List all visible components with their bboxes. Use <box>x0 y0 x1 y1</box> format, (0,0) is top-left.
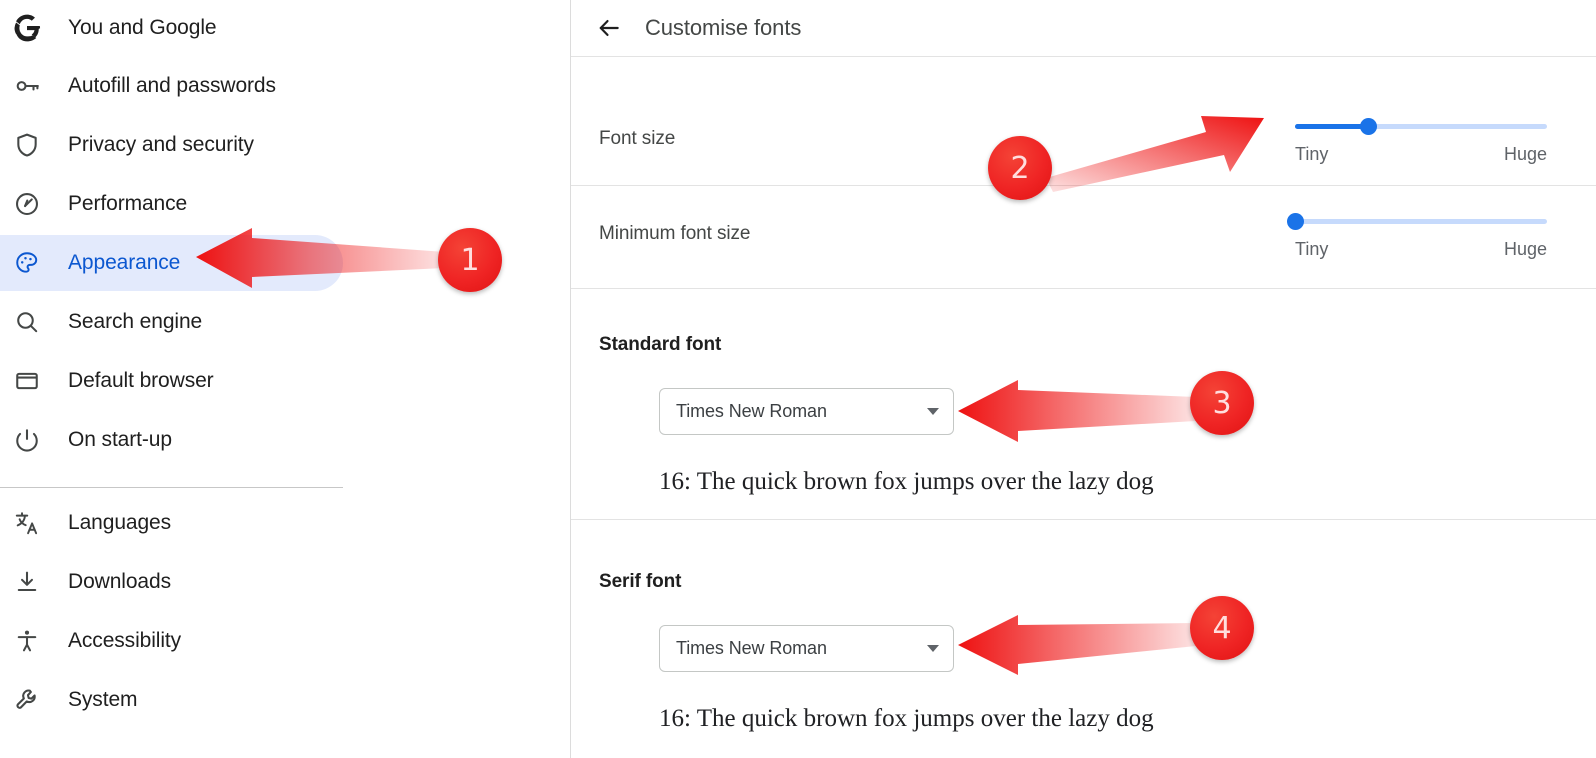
accessibility-icon <box>8 622 46 660</box>
google-g-icon <box>8 9 46 47</box>
sidebar-item-system[interactable]: System <box>0 672 343 728</box>
serif-font-value: Times New Roman <box>676 638 827 658</box>
search-icon <box>8 303 46 341</box>
sidebar-item-autofill-and-passwords[interactable]: Autofill and passwords <box>0 58 343 114</box>
sidebar-divider <box>0 487 343 488</box>
sidebar-item-performance[interactable]: Performance <box>0 176 343 232</box>
sidebar-item-label: Accessibility <box>68 629 182 652</box>
minimum-font-size-slider-ticks: Tiny Huge <box>1295 239 1547 260</box>
sidebar-item-search-engine[interactable]: Search engine <box>0 294 343 350</box>
sidebar-item-privacy-and-security[interactable]: Privacy and security <box>0 117 343 173</box>
minimum-font-size-slider-thumb[interactable] <box>1286 213 1304 230</box>
chevron-down-icon <box>927 408 939 415</box>
standard-font-dropdown[interactable]: Times New Roman <box>659 388 954 435</box>
sidebar-item-appearance[interactable]: Appearance <box>0 235 343 291</box>
standard-font-title: Standard font <box>599 334 722 355</box>
sidebar-item-you-and-google[interactable]: You and Google <box>0 0 343 56</box>
sidebar-item-label: You and Google <box>68 16 217 39</box>
sidebar-item-label: Performance <box>68 192 188 215</box>
serif-font-preview: 16: The quick brown fox jumps over the l… <box>659 705 1154 732</box>
font-size-min-label: Tiny <box>1295 144 1329 164</box>
divider-below-header <box>571 56 1596 57</box>
browser-window-icon <box>8 362 46 400</box>
shield-icon <box>8 126 46 164</box>
back-arrow-icon[interactable] <box>589 8 629 48</box>
sidebar-item-accessibility[interactable]: Accessibility <box>0 613 343 669</box>
serif-font-dropdown[interactable]: Times New Roman <box>659 625 954 672</box>
sidebar-item-downloads[interactable]: Downloads <box>0 554 343 610</box>
sidebar-item-label: Privacy and security <box>68 133 254 156</box>
chrome-settings-window: You and Google Autofill and passwords Pr… <box>0 0 1596 758</box>
divider-below-font-size <box>571 185 1596 186</box>
standard-font-value: Times New Roman <box>676 401 827 421</box>
power-icon <box>8 421 46 459</box>
download-icon <box>8 563 46 601</box>
sidebar-item-label: Downloads <box>68 570 171 593</box>
settings-sidebar: You and Google Autofill and passwords Pr… <box>0 0 570 758</box>
serif-font-title: Serif font <box>599 571 682 592</box>
translate-icon <box>8 504 46 542</box>
sidebar-item-label: Languages <box>68 511 172 534</box>
font-size-label: Font size <box>599 128 676 149</box>
sidebar-item-default-browser[interactable]: Default browser <box>0 353 343 409</box>
divider-below-standard-font <box>571 519 1596 520</box>
palette-icon <box>8 244 46 282</box>
sidebar-item-label: Autofill and passwords <box>68 74 276 97</box>
font-size-slider-ticks: Tiny Huge <box>1295 144 1547 165</box>
font-size-slider-thumb[interactable] <box>1359 118 1377 135</box>
sidebar-item-languages[interactable]: Languages <box>0 495 343 551</box>
font-size-max-label: Huge <box>1503 144 1547 164</box>
font-size-slider-fill <box>1295 124 1369 129</box>
minimum-font-size-min-label: Tiny <box>1295 239 1329 259</box>
page-header: Customise fonts <box>571 0 1596 56</box>
sidebar-item-label: System <box>68 688 138 711</box>
standard-font-preview: 16: The quick brown fox jumps over the l… <box>659 468 1154 495</box>
minimum-font-size-slider-track[interactable] <box>1295 219 1547 224</box>
sidebar-item-label: On start-up <box>68 428 172 451</box>
key-icon <box>8 67 46 105</box>
page-title: Customise fonts <box>645 15 802 40</box>
sidebar-item-label: Default browser <box>68 369 214 392</box>
wrench-icon <box>8 681 46 719</box>
sidebar-item-label: Search engine <box>68 310 203 333</box>
minimum-font-size-max-label: Huge <box>1503 239 1547 259</box>
customise-fonts-panel: Customise fonts Font size Tiny Huge Mini… <box>570 0 1596 758</box>
sidebar-item-on-start-up[interactable]: On start-up <box>0 412 343 468</box>
speedometer-icon <box>8 185 46 223</box>
minimum-font-size-label: Minimum font size <box>599 223 751 244</box>
divider-below-minimum-font-size <box>571 288 1596 289</box>
chevron-down-icon <box>927 645 939 652</box>
sidebar-item-label: Appearance <box>68 251 181 274</box>
